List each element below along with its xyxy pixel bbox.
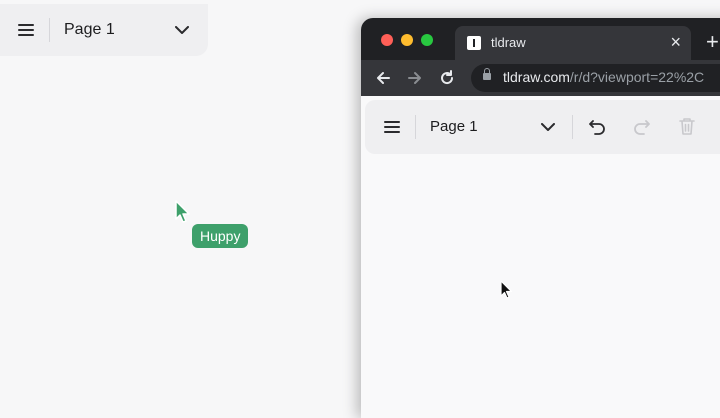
left-page-menu: Page 1 [0, 4, 208, 56]
close-window-button[interactable] [381, 34, 393, 46]
redo-icon[interactable] [633, 118, 651, 136]
chevron-down-icon[interactable] [541, 123, 555, 132]
minimize-window-button[interactable] [401, 34, 413, 46]
tab-title: tldraw [491, 35, 526, 50]
collaborator-cursor-icon [175, 200, 190, 223]
url-text: tldraw.com/r/d?viewport=22%2C [503, 69, 705, 85]
page-name[interactable]: Page 1 [430, 118, 478, 135]
tldraw-favicon-icon [467, 36, 481, 50]
menu-divider [49, 18, 50, 42]
right-page-menu: Page 1 [365, 100, 720, 154]
reload-icon[interactable] [439, 70, 455, 86]
trash-icon[interactable] [679, 117, 695, 136]
back-arrow-icon[interactable] [375, 70, 391, 86]
new-tab-button[interactable]: + [706, 30, 719, 54]
address-bar[interactable]: tldraw.com/r/d?viewport=22%2C [471, 64, 720, 92]
maximize-window-button[interactable] [421, 34, 433, 46]
undo-icon[interactable] [588, 118, 606, 136]
tab-close-button[interactable]: × [670, 32, 681, 52]
mouse-cursor-icon [500, 280, 513, 299]
lock-icon [483, 68, 491, 80]
chevron-down-icon[interactable] [175, 26, 189, 35]
hamburger-icon[interactable] [384, 121, 400, 133]
browser-window: tldraw × + tldraw.com/r/d?viewport=22%2C… [361, 18, 720, 418]
collaborator-name-tag: Huppy [192, 224, 249, 248]
page-name[interactable]: Page 1 [64, 21, 115, 39]
menu-divider [415, 115, 416, 139]
tldraw-canvas[interactable]: Page 1 [361, 96, 720, 418]
hamburger-icon[interactable] [18, 24, 34, 36]
browser-tab[interactable]: tldraw × [455, 26, 691, 60]
menu-divider [572, 115, 573, 139]
browser-toolbar: tldraw.com/r/d?viewport=22%2C [361, 60, 720, 96]
forward-arrow-icon[interactable] [407, 70, 423, 86]
